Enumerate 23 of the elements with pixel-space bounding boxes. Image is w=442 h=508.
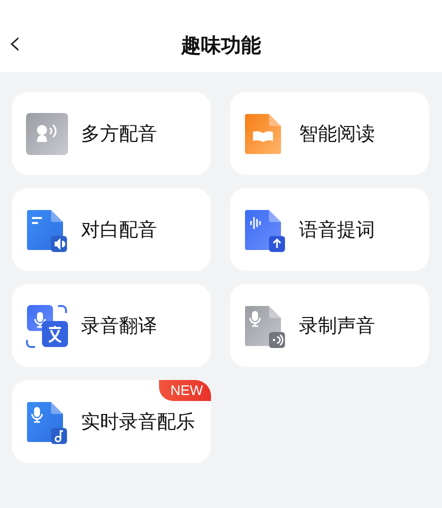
feature-card[interactable]: 对白配音 [12,188,211,271]
feature-card[interactable]: 录制声音 [230,284,429,367]
feature-card[interactable]: 多方配音 [12,92,211,175]
document-speaker-icon [25,208,69,252]
feature-label: 对白配音 [81,218,157,242]
feature-card[interactable]: NEW 实时录音配乐 [12,380,211,463]
feature-label: 多方配音 [81,122,157,146]
speaker-icon [25,112,69,156]
page-title: 趣味功能 [180,34,262,58]
feature-label: 录制声音 [299,314,375,338]
back-button[interactable]: ‹ [0,26,22,64]
document-music-icon [25,400,69,444]
feature-card[interactable]: 智能阅读 [230,92,429,175]
feature-card[interactable]: 录音翻译 [12,284,211,367]
feature-label: 实时录音配乐 [81,410,195,434]
feature-card[interactable]: 语音提词 [230,188,429,271]
translate-icon [25,304,69,348]
document-upload-icon [243,208,287,252]
feature-label: 智能阅读 [299,122,375,146]
document-microphone-icon [243,304,287,348]
new-badge: NEW [159,380,211,401]
feature-label: 录音翻译 [81,314,157,338]
feature-label: 语音提词 [299,218,375,242]
